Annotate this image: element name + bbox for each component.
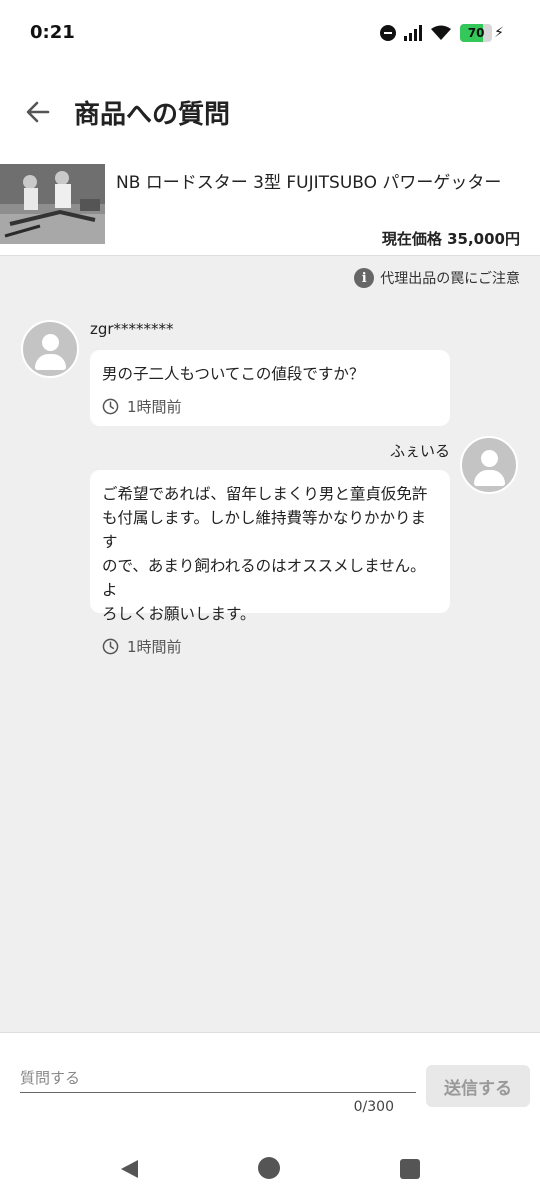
message-bubble: 男の子二人もついてこの値段ですか？ 1時間前: [90, 350, 450, 426]
battery-icon: 70: [460, 24, 493, 42]
nav-home-icon[interactable]: [258, 1157, 280, 1179]
wifi-icon: [431, 25, 452, 40]
message-line: ので、あまり飼われるのはオススメしません。よ: [102, 557, 426, 599]
message-time: 1時間前: [102, 396, 438, 417]
message-time-text: 1時間前: [127, 638, 182, 656]
nav-back-icon[interactable]: [118, 1158, 140, 1180]
question-user-name: zgr********: [90, 320, 174, 338]
page-title: 商品への質問: [74, 100, 231, 130]
clock-icon: [102, 398, 119, 415]
send-button[interactable]: 送信する: [426, 1065, 530, 1107]
status-time: 0:21: [30, 22, 75, 43]
system-navigation-bar: [0, 1136, 540, 1200]
character-count: 0/300: [353, 1099, 394, 1115]
avatar[interactable]: [460, 436, 518, 494]
fraud-notice-text: 代理出品の罠にご注意: [380, 271, 520, 287]
fraud-notice-link[interactable]: i 代理出品の罠にご注意: [354, 268, 520, 288]
current-price: 現在価格 35,000円: [381, 230, 520, 248]
message-line: 男の子二人もついてこの値段ですか？: [102, 365, 365, 383]
message-time-text: 1時間前: [127, 398, 182, 416]
message-line: ご希望であれば、留年しまくり男と童貞仮免許: [102, 485, 428, 503]
do-not-disturb-icon: [380, 25, 397, 41]
status-bar: 0:21 70 ⚡: [0, 0, 540, 66]
message-line: も付属します。しかし維持費等かなりかかります: [102, 509, 426, 551]
nav-recent-icon[interactable]: [400, 1159, 420, 1179]
product-name: NB ロードスター 3型 FUJITSUBO パワーゲッター: [116, 173, 502, 193]
back-arrow-icon[interactable]: [24, 98, 52, 126]
product-summary[interactable]: NB ロードスター 3型 FUJITSUBO パワーゲッター 現在価格 35,0…: [0, 160, 540, 256]
message-bubble: ご希望であれば、留年しまくり男と童貞仮免許 も付属します。しかし維持費等かなりか…: [90, 470, 450, 656]
battery-level: 70: [467, 26, 485, 40]
message-line: ろしくお願いします。: [102, 605, 256, 623]
info-icon: i: [354, 268, 375, 288]
message-time: 1時間前: [102, 636, 438, 657]
app-header: 商品への質問: [0, 66, 540, 160]
message-text: 男の子二人もついてこの値段ですか？: [102, 362, 438, 386]
message-text: ご希望であれば、留年しまくり男と童貞仮免許 も付属します。しかし維持費等かなりか…: [102, 482, 438, 626]
product-thumbnail: [0, 164, 105, 244]
charging-icon: ⚡: [494, 25, 504, 41]
clock-icon: [102, 638, 119, 655]
seller-user-name: ふぇいる: [389, 442, 450, 460]
signal-icon: [404, 25, 423, 41]
avatar[interactable]: [21, 320, 79, 378]
status-icons: 70 ⚡: [380, 22, 504, 44]
battery-indicator: 70 ⚡: [460, 24, 504, 42]
question-input[interactable]: [20, 1063, 416, 1093]
